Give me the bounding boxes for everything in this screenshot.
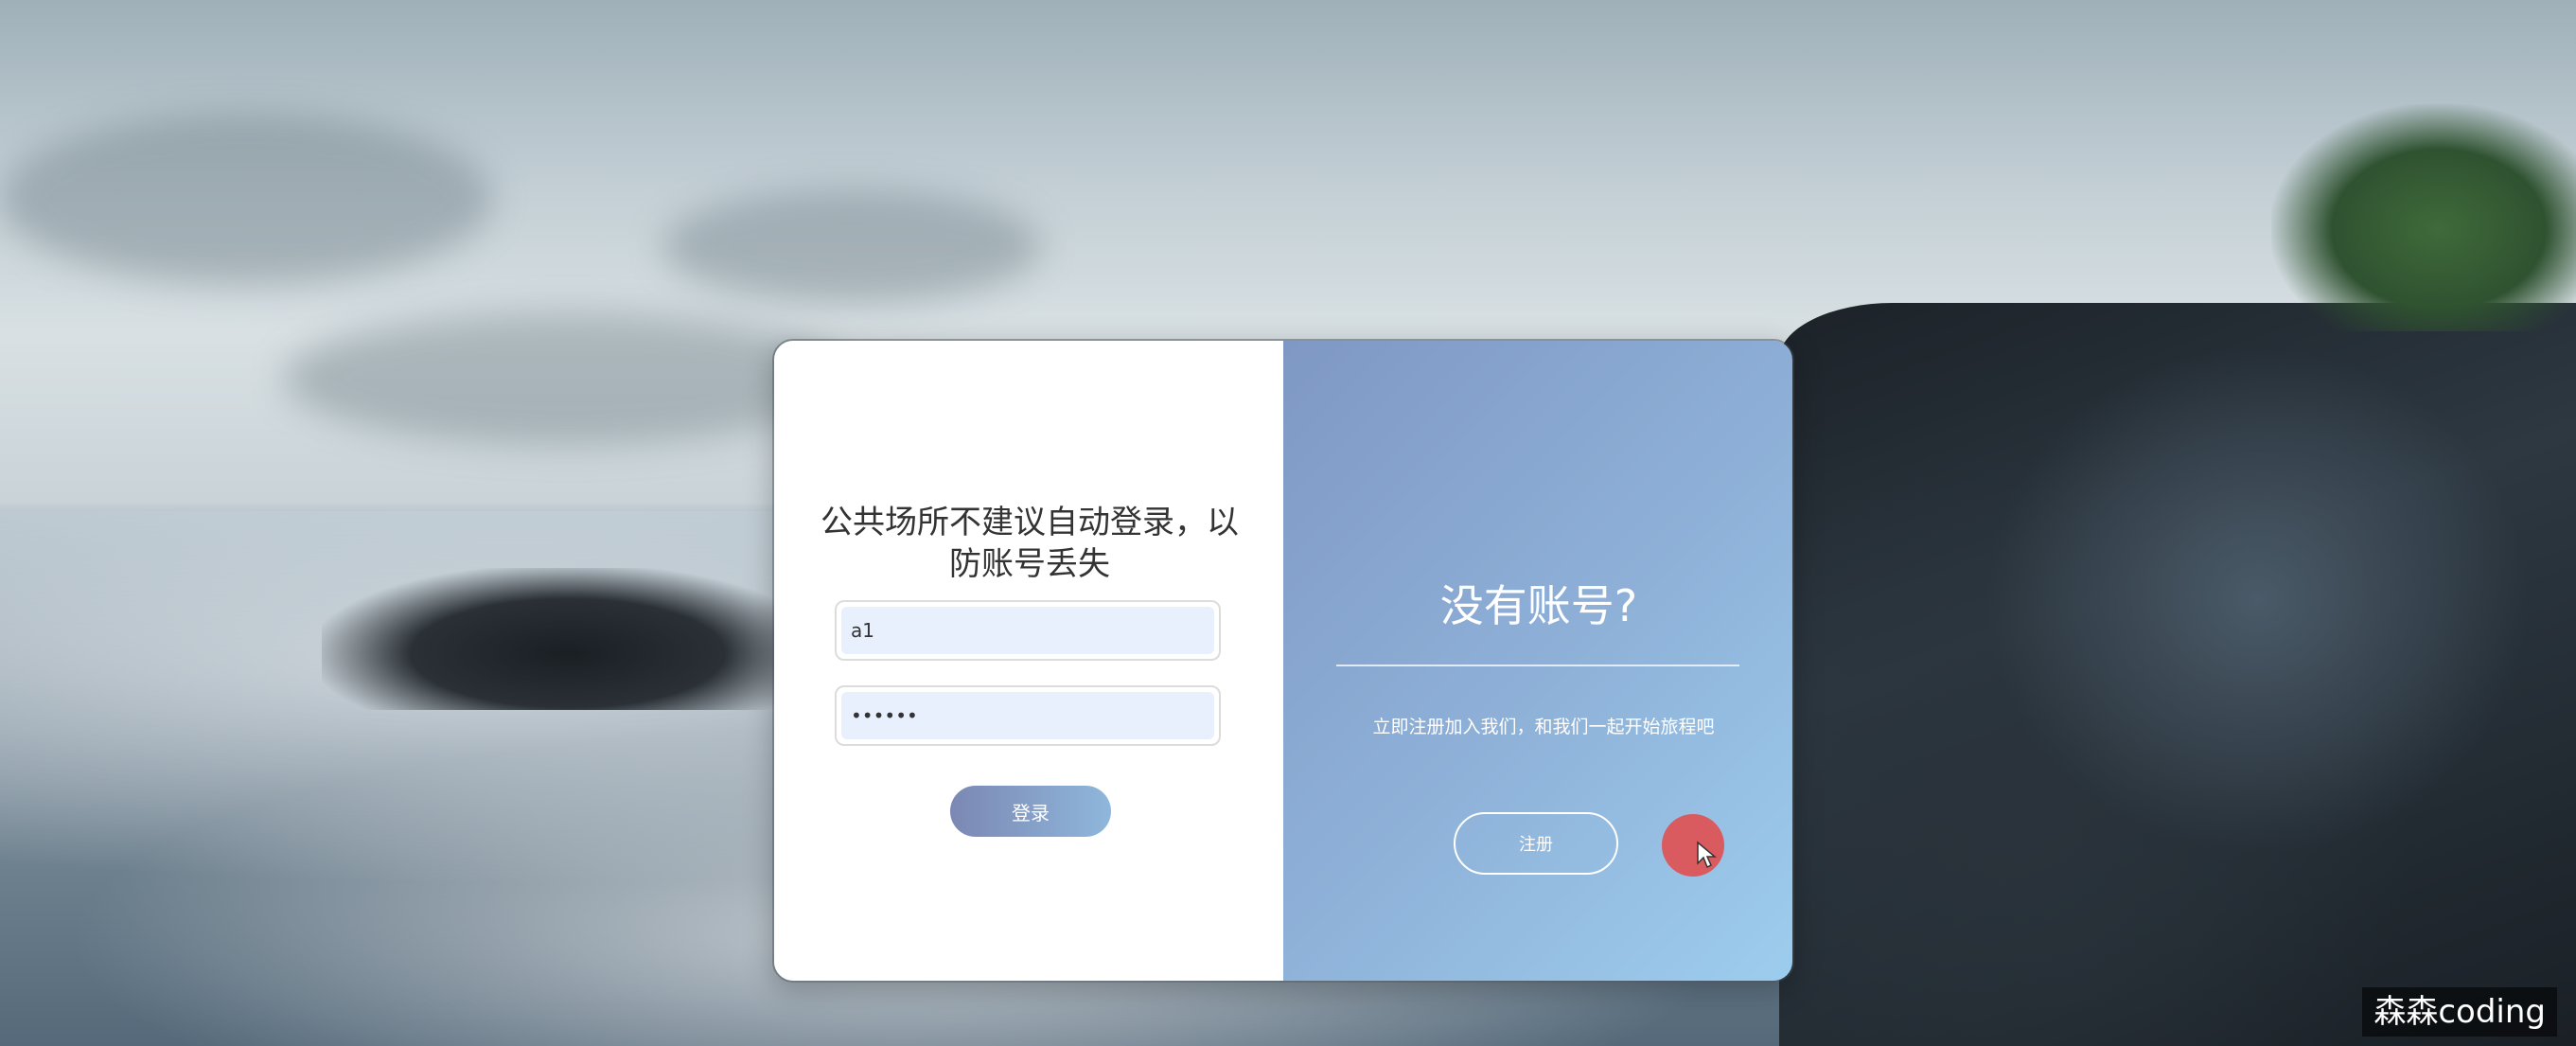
cloud bbox=[284, 312, 852, 445]
auth-card: 公共场所不建议自动登录，以防账号丢失 登录 没有账号? 立即注册加入我们，和我们… bbox=[772, 339, 1794, 983]
rocks-left bbox=[322, 568, 814, 710]
tree bbox=[2271, 104, 2576, 331]
login-button[interactable]: 登录 bbox=[950, 786, 1111, 837]
login-title: 公共场所不建议自动登录，以防账号丢失 bbox=[820, 504, 1239, 583]
register-description: 立即注册加入我们，和我们一起开始旅程吧 bbox=[1372, 717, 1715, 737]
password-field-wrapper bbox=[835, 685, 1221, 746]
password-input[interactable] bbox=[841, 692, 1214, 739]
mouse-pointer-icon bbox=[1697, 841, 1717, 869]
username-input[interactable] bbox=[841, 607, 1214, 654]
register-panel: 没有账号? 立即注册加入我们，和我们一起开始旅程吧 注册 bbox=[1283, 341, 1792, 981]
cloud bbox=[662, 189, 1041, 303]
register-title: 没有账号? bbox=[1439, 580, 1638, 631]
cloud bbox=[0, 114, 492, 284]
username-field-wrapper bbox=[835, 600, 1221, 661]
divider bbox=[1336, 665, 1739, 666]
rocks-right bbox=[1779, 303, 2576, 1046]
register-button[interactable]: 注册 bbox=[1454, 812, 1618, 875]
login-panel: 公共场所不建议自动登录，以防账号丢失 登录 bbox=[774, 341, 1283, 981]
page: 公共场所不建议自动登录，以防账号丢失 登录 没有账号? 立即注册加入我们，和我们… bbox=[0, 0, 2576, 1046]
watermark-label: 森森coding bbox=[2362, 987, 2557, 1037]
